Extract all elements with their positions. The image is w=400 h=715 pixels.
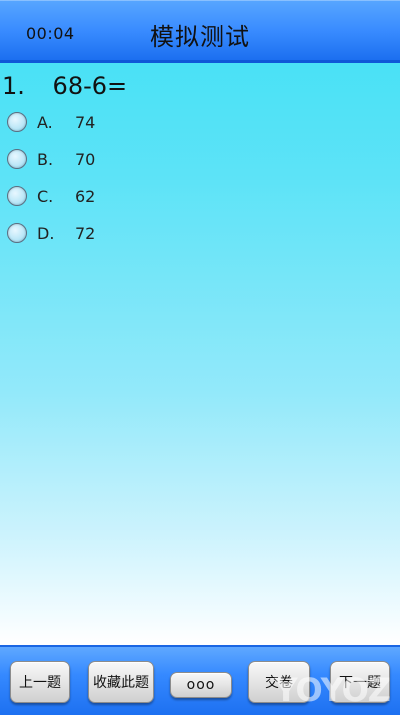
submit-exam-button[interactable]: 交卷	[248, 661, 310, 703]
radio-option-b[interactable]	[7, 149, 27, 169]
prev-question-button[interactable]: 上一题	[10, 661, 70, 703]
option-value: 62	[75, 186, 96, 206]
question-line: 1. 68-6=	[0, 72, 127, 100]
option-letter: D.	[37, 223, 55, 243]
app-screen: 00:04 模拟测试 1. 68-6= A. 74 B. 70 C. 62 D.…	[0, 0, 400, 715]
radio-option-a[interactable]	[7, 112, 27, 132]
favorite-question-button[interactable]: 收藏此题	[88, 661, 154, 703]
option-value: 74	[75, 112, 96, 132]
more-button[interactable]: ooo	[170, 672, 232, 698]
option-b[interactable]: B. 70	[7, 147, 95, 171]
option-letter: B.	[37, 149, 54, 169]
page-title: 模拟测试	[150, 23, 250, 51]
header-bar: 00:04 模拟测试	[0, 0, 400, 63]
next-question-button[interactable]: 下一题	[330, 661, 390, 703]
radio-option-d[interactable]	[7, 223, 27, 243]
option-value: 72	[75, 223, 96, 243]
question-number: 1.	[2, 72, 25, 100]
option-letter: A.	[37, 112, 53, 132]
radio-option-c[interactable]	[7, 186, 27, 206]
bottom-toolbar: 上一题 收藏此题 ooo 交卷 下一题	[0, 645, 400, 715]
question-text: 68-6=	[52, 72, 128, 100]
option-a[interactable]: A. 74	[7, 110, 95, 134]
option-value: 70	[75, 149, 96, 169]
option-d[interactable]: D. 72	[7, 221, 95, 245]
option-letter: C.	[37, 186, 54, 206]
option-c[interactable]: C. 62	[7, 184, 95, 208]
